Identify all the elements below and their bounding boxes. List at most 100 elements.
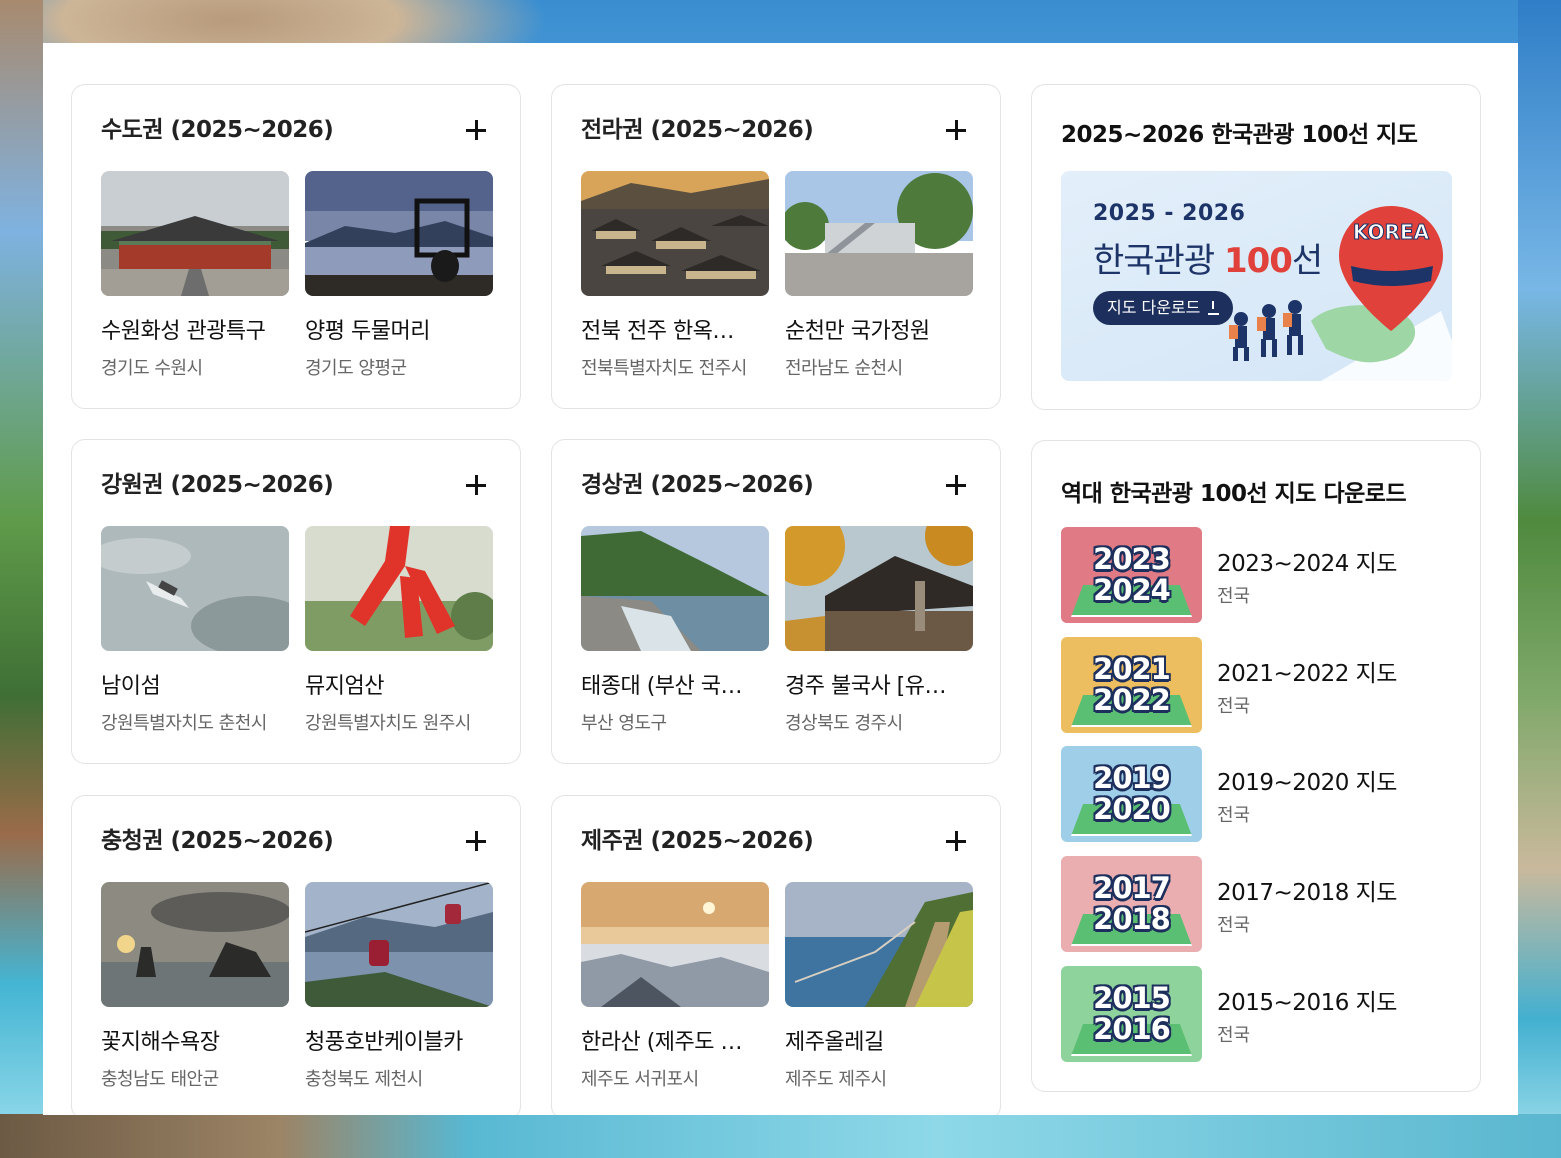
year-top: 2021 <box>1093 652 1171 686</box>
spot-name[interactable]: 수원화성 관광특구 <box>101 313 289 345</box>
past-map-sub: 전국 <box>1217 586 1251 607</box>
past-map-item-2023[interactable]: 2023 2024 2023~2024 지도 전국 <box>1061 527 1461 623</box>
spot-list: 수원화성 관광특구 경기도 수원시 양평 두물머리 경기도 양평군 <box>101 171 493 386</box>
spot-thumbnail[interactable] <box>581 882 769 1007</box>
spot-thumbnail[interactable] <box>785 171 973 296</box>
past-map-item-2017[interactable]: 2017 2018 2017~2018 지도 전국 <box>1061 856 1461 952</box>
spot-thumbnail[interactable] <box>785 526 973 651</box>
region-card-gyeongsang: 경상권 (2025~2026) 태종대 (부산 국… 부산 영도구 경주 불국사… <box>551 439 1001 764</box>
card-header: 제주권 (2025~2026) <box>581 826 971 856</box>
spot-item[interactable]: 양평 두물머리 경기도 양평군 <box>305 171 493 380</box>
spot-name[interactable]: 전북 전주 한옥… <box>581 313 769 345</box>
past-map-label[interactable]: 2015~2016 지도 <box>1217 983 1397 1017</box>
spot-thumbnail[interactable] <box>305 882 493 1007</box>
spot-name[interactable]: 순천만 국가정원 <box>785 313 973 345</box>
spot-item[interactable]: 수원화성 관광특구 경기도 수원시 <box>101 171 289 380</box>
spot-thumbnail[interactable] <box>305 526 493 651</box>
spot-thumbnail[interactable] <box>101 171 289 296</box>
spot-thumbnail[interactable] <box>101 526 289 651</box>
past-map-item-2015[interactable]: 2015 2016 2015~2016 지도 전국 <box>1061 966 1461 1062</box>
past-map-thumbnail[interactable]: 2023 2024 <box>1061 527 1202 623</box>
region-title: 충청권 (2025~2026) <box>101 828 334 854</box>
past-map-label[interactable]: 2017~2018 지도 <box>1217 873 1397 907</box>
past-map-item-2021[interactable]: 2021 2022 2021~2022 지도 전국 <box>1061 637 1461 733</box>
spot-name[interactable]: 청풍호반케이블카 <box>305 1024 493 1056</box>
background-photo-left <box>0 0 43 1158</box>
plus-icon[interactable] <box>461 115 491 145</box>
spot-item[interactable]: 경주 불국사 [유… 경상북도 경주시 <box>785 526 973 735</box>
past-map-thumbnail[interactable]: 2021 2022 <box>1061 637 1202 733</box>
spot-list: 꽃지해수욕장 충청남도 태안군 청풍호반케이블카 충청북도 제천시 <box>101 882 493 1097</box>
past-maps-title: 역대 한국관광 100선 지도 다운로드 <box>1061 481 1407 507</box>
region-card-chungcheong: 충청권 (2025~2026) 꽃지해수욕장 충청남도 태안군 청풍호반케이블카… <box>71 795 521 1115</box>
spot-thumbnail[interactable] <box>581 171 769 296</box>
content-panel: 수도권 (2025~2026) 수원화성 관광특구 경기도 수원시 양평 두물머… <box>43 43 1518 1115</box>
year-bottom: 2020 <box>1093 792 1171 826</box>
spot-location: 경상북도 경주시 <box>785 713 903 734</box>
card-header: 충청권 (2025~2026) <box>101 826 491 856</box>
past-map-label[interactable]: 2019~2020 지도 <box>1217 763 1397 797</box>
background-photo-bottom <box>0 1114 1561 1158</box>
spot-item[interactable]: 태종대 (부산 국… 부산 영도구 <box>581 526 769 735</box>
map-download-banner[interactable]: 2025 - 2026 한국관광 100선 지도 다운로드 KOREA <box>1061 171 1452 381</box>
spot-thumbnail[interactable] <box>305 171 493 296</box>
region-title: 제주권 (2025~2026) <box>581 828 814 854</box>
plus-icon[interactable] <box>941 115 971 145</box>
spot-item[interactable]: 꽃지해수욕장 충청남도 태안군 <box>101 882 289 1091</box>
year-top: 2019 <box>1093 761 1171 795</box>
spot-item[interactable]: 전북 전주 한옥… 전북특별자치도 전주시 <box>581 171 769 380</box>
past-map-sub: 전국 <box>1217 1025 1251 1046</box>
region-card-gangwon: 강원권 (2025~2026) 남이섬 강원특별자치도 춘천시 뮤지엄산 강원특… <box>71 439 521 764</box>
region-title: 전라권 (2025~2026) <box>581 117 814 143</box>
past-maps-card: 역대 한국관광 100선 지도 다운로드 2023 2024 2023~2024… <box>1031 440 1481 1092</box>
spot-item[interactable]: 한라산 (제주도 … 제주도 서귀포시 <box>581 882 769 1091</box>
background-photo-right <box>1518 0 1561 1158</box>
spot-location: 경기도 수원시 <box>101 358 203 379</box>
spot-thumbnail[interactable] <box>785 882 973 1007</box>
spot-list: 전북 전주 한옥… 전북특별자치도 전주시 순천만 국가정원 전라남도 순천시 <box>581 171 973 386</box>
past-map-thumbnail[interactable]: 2017 2018 <box>1061 856 1202 952</box>
plus-icon[interactable] <box>941 826 971 856</box>
region-card-capital: 수도권 (2025~2026) 수원화성 관광특구 경기도 수원시 양평 두물머… <box>71 84 521 409</box>
year-bottom: 2018 <box>1093 902 1171 936</box>
spot-location: 충청북도 제천시 <box>305 1069 423 1090</box>
plus-icon[interactable] <box>461 470 491 500</box>
region-title: 수도권 (2025~2026) <box>101 117 334 143</box>
region-title: 강원권 (2025~2026) <box>101 472 334 498</box>
spot-name[interactable]: 경주 불국사 [유… <box>785 668 973 700</box>
region-title: 경상권 (2025~2026) <box>581 472 814 498</box>
spot-location: 전라남도 순천시 <box>785 358 903 379</box>
year-bottom: 2022 <box>1093 683 1171 717</box>
spot-item[interactable]: 남이섬 강원특별자치도 춘천시 <box>101 526 289 735</box>
past-map-item-2019[interactable]: 2019 2020 2019~2020 지도 전국 <box>1061 746 1461 842</box>
card-header: 수도권 (2025~2026) <box>101 115 491 145</box>
spot-list: 한라산 (제주도 … 제주도 서귀포시 제주올레길 제주도 제주시 <box>581 882 973 1097</box>
region-card-jeju: 제주권 (2025~2026) 한라산 (제주도 … 제주도 서귀포시 제주올레… <box>551 795 1001 1115</box>
spot-name[interactable]: 꽃지해수욕장 <box>101 1024 289 1056</box>
past-map-thumbnail[interactable]: 2015 2016 <box>1061 966 1202 1062</box>
spot-location: 강원특별자치도 춘천시 <box>101 713 267 734</box>
year-top: 2017 <box>1093 871 1171 905</box>
spot-name[interactable]: 한라산 (제주도 … <box>581 1024 769 1056</box>
spot-name[interactable]: 제주올레길 <box>785 1024 973 1056</box>
spot-item[interactable]: 순천만 국가정원 전라남도 순천시 <box>785 171 973 380</box>
spot-name[interactable]: 남이섬 <box>101 668 289 700</box>
spot-thumbnail[interactable] <box>581 526 769 651</box>
spot-item[interactable]: 뮤지엄산 강원특별자치도 원주시 <box>305 526 493 735</box>
past-map-label[interactable]: 2021~2022 지도 <box>1217 654 1397 688</box>
spot-name[interactable]: 태종대 (부산 국… <box>581 668 769 700</box>
spot-name[interactable]: 양평 두물머리 <box>305 313 493 345</box>
korea-balloon-illustration: KOREA <box>1229 206 1452 381</box>
spot-name[interactable]: 뮤지엄산 <box>305 668 493 700</box>
year-top: 2015 <box>1093 981 1171 1015</box>
plus-icon[interactable] <box>941 470 971 500</box>
past-map-label[interactable]: 2023~2024 지도 <box>1217 544 1397 578</box>
spot-thumbnail[interactable] <box>101 882 289 1007</box>
spot-location: 충청남도 태안군 <box>101 1069 219 1090</box>
past-map-thumbnail[interactable]: 2019 2020 <box>1061 746 1202 842</box>
plus-icon[interactable] <box>461 826 491 856</box>
year-bottom: 2016 <box>1093 1012 1171 1046</box>
spot-location: 강원특별자치도 원주시 <box>305 713 471 734</box>
spot-item[interactable]: 제주올레길 제주도 제주시 <box>785 882 973 1091</box>
spot-item[interactable]: 청풍호반케이블카 충청북도 제천시 <box>305 882 493 1091</box>
